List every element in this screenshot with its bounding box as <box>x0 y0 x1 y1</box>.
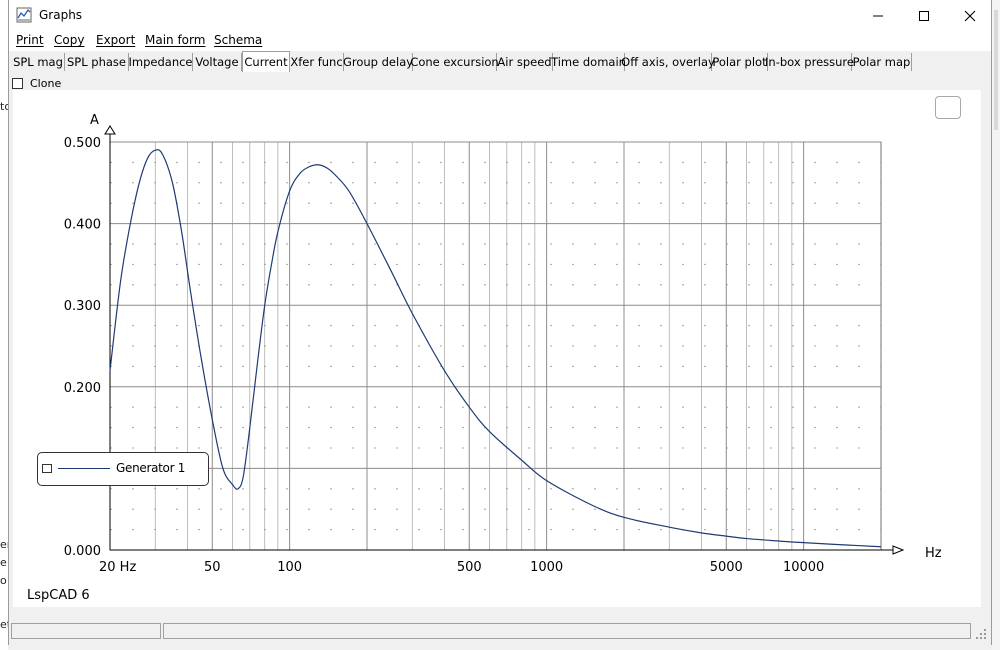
tab-in-box-pressure[interactable]: In-box pressure <box>765 53 854 71</box>
tab-air-speed[interactable]: Air speed <box>497 53 553 71</box>
title-bar: Graphs <box>9 0 991 31</box>
maximize-button[interactable] <box>901 0 947 31</box>
status-panel-1 <box>11 623 161 639</box>
tab-polar-map[interactable]: Polar map <box>852 53 912 71</box>
tab-time-domain[interactable]: Time domain <box>551 53 626 71</box>
x-tick-label: 20 Hz <box>99 560 136 575</box>
x-axis-arrow <box>892 545 905 555</box>
background-scrollbar <box>992 0 1000 650</box>
legend[interactable]: Generator 1 <box>37 452 209 486</box>
y-tick-label: 0.000 <box>64 544 101 559</box>
x-tick-label: 1000 <box>530 560 563 575</box>
x-axis-label: Hz <box>925 546 942 561</box>
tab-spl-mag[interactable]: SPL mag <box>12 53 65 71</box>
y-axis-arrow <box>104 125 116 135</box>
graph-tabs: SPL mag SPL phase Impedance Voltage Curr… <box>9 51 991 73</box>
app-icon <box>16 7 32 23</box>
tab-impedance[interactable]: Impedance <box>129 53 193 71</box>
tab-current[interactable]: Current <box>242 51 290 72</box>
status-bar <box>9 620 991 642</box>
plot-border <box>109 141 882 551</box>
y-tick-label: 0.500 <box>64 136 101 151</box>
y-axis-label: A <box>90 113 99 128</box>
close-button[interactable] <box>947 0 993 31</box>
menu-print[interactable]: Print <box>16 33 44 47</box>
graph-corner-button[interactable] <box>935 96 961 119</box>
clone-label: Clone <box>30 76 62 90</box>
resize-grip-icon[interactable] <box>975 628 987 640</box>
menu-schema[interactable]: Schema <box>214 33 262 47</box>
menu-bar: Print Copy Export Main form Schema <box>9 31 991 51</box>
tab-voltage[interactable]: Voltage <box>193 53 242 71</box>
clone-option: Clone <box>12 76 61 90</box>
tab-polar-plot[interactable]: Polar plot <box>712 53 768 71</box>
minimize-icon <box>873 15 883 16</box>
x-tick-label: 500 <box>457 560 482 575</box>
menu-copy[interactable]: Copy <box>54 33 84 47</box>
legend-label: Generator 1 <box>116 461 186 475</box>
menu-main-form[interactable]: Main form <box>145 33 205 47</box>
series-line-generator-1 <box>109 149 882 548</box>
menu-export[interactable]: Export <box>96 33 135 47</box>
y-tick-label: 0.400 <box>64 218 101 233</box>
y-tick-label: 0.300 <box>64 299 101 314</box>
tab-xfer-func[interactable]: Xfer func <box>290 53 344 71</box>
background-window-edge: to er e o et <box>0 0 11 650</box>
status-panel-2 <box>163 623 971 639</box>
x-tick-label: 5000 <box>710 560 743 575</box>
tab-spl-phase[interactable]: SPL phase <box>65 53 129 71</box>
y-tick-label: 0.200 <box>64 381 101 396</box>
graph-canvas: A Hz 0.000 0.200 0.300 0.400 0.500 20 Hz 50 100 50… <box>13 90 981 607</box>
minimize-button[interactable] <box>855 0 901 31</box>
x-tick-label: 10000 <box>783 560 824 575</box>
brand-label: LspCAD 6 <box>27 588 90 603</box>
tab-cone-excursion[interactable]: Cone excursion <box>410 53 499 71</box>
tab-off-axis-overlay[interactable]: Off axis, overlay <box>621 53 715 71</box>
x-tick-label: 100 <box>277 560 302 575</box>
clone-checkbox[interactable] <box>12 77 23 89</box>
x-tick-label: 50 <box>204 560 221 575</box>
legend-line-swatch <box>58 468 110 469</box>
maximize-icon <box>919 10 929 21</box>
window-title: Graphs <box>39 8 83 22</box>
tab-group-delay[interactable]: Group delay <box>343 53 413 71</box>
graphs-window: Graphs Print Copy Export Main form Schem… <box>8 0 992 645</box>
current-chart: A Hz 0.000 0.200 0.300 0.400 0.500 20 Hz 50 100 50… <box>64 113 942 575</box>
legend-toggle-box[interactable] <box>42 464 52 473</box>
close-icon <box>964 10 976 21</box>
